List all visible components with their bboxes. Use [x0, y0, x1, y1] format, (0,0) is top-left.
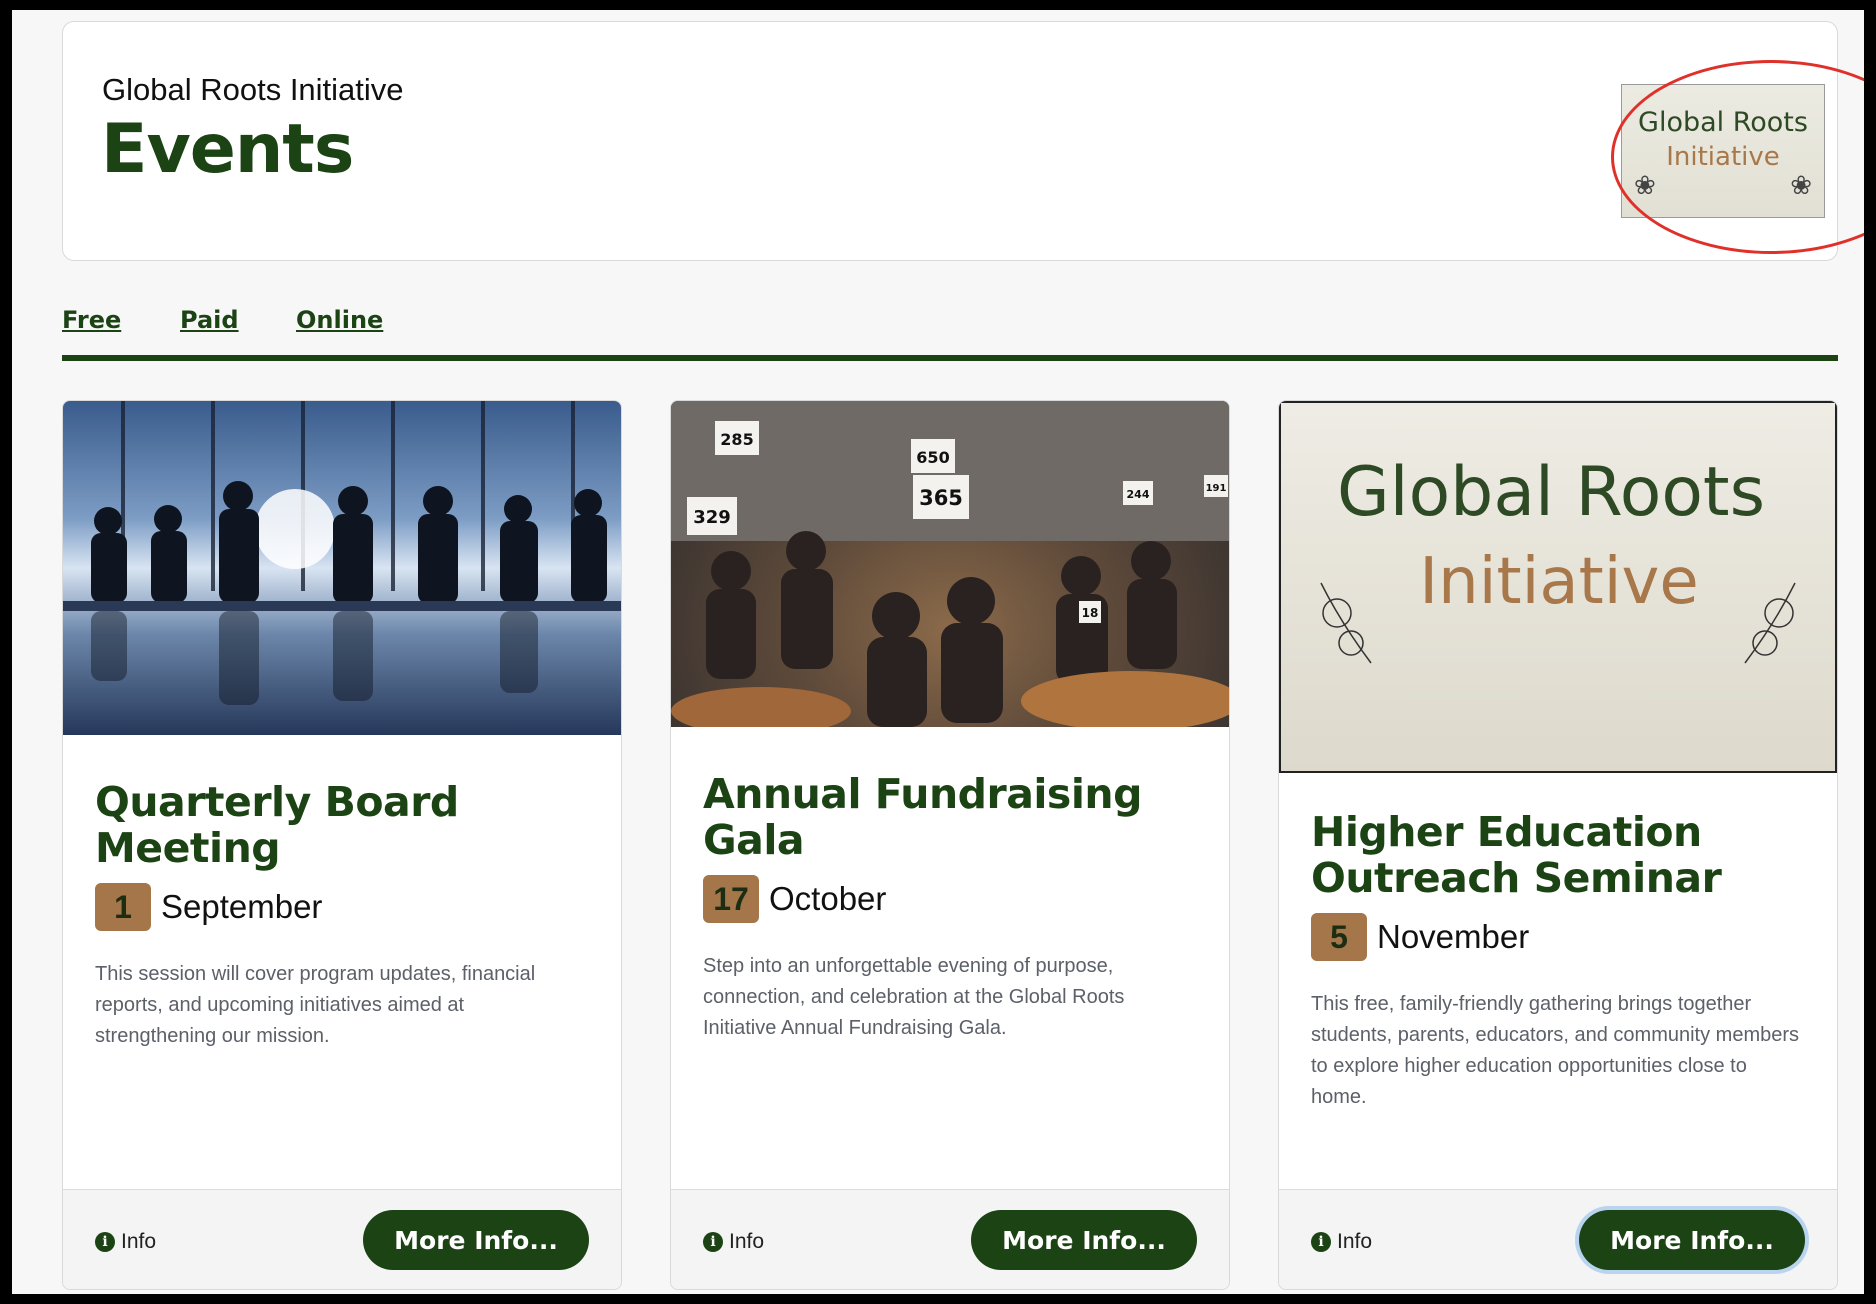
page-title: Events	[101, 110, 354, 189]
event-image-boardroom	[63, 401, 621, 735]
paddle-number: 244	[1127, 488, 1150, 501]
more-info-button[interactable]: More Info...	[971, 1210, 1197, 1270]
card-body: Quarterly Board Meeting 1 September This…	[95, 779, 589, 1052]
more-info-button[interactable]: More Info...	[363, 1210, 589, 1270]
card-footer: i Info More Info...	[63, 1189, 621, 1289]
info-link[interactable]: i Info	[95, 1230, 156, 1254]
tabs-divider	[62, 355, 1838, 361]
event-image-logo: Global Roots Initiative	[1279, 401, 1837, 773]
paddle-number: 191	[1206, 483, 1227, 494]
event-title[interactable]: Higher Education Outreach Seminar	[1311, 809, 1805, 901]
paddle-number: 18	[1082, 606, 1099, 620]
date-day-badge: 1	[95, 883, 151, 931]
event-description: Step into an unforgettable evening of pu…	[703, 955, 1125, 1039]
info-icon: i	[95, 1232, 115, 1252]
info-icon: i	[703, 1232, 723, 1252]
paddle-number: 329	[693, 507, 731, 528]
more-info-button[interactable]: More Info...	[1579, 1210, 1805, 1270]
org-logo-large: Global Roots Initiative	[1320, 453, 1796, 664]
date-day-badge: 17	[703, 875, 759, 923]
paddle-number: 365	[919, 486, 963, 510]
info-label: Info	[729, 1230, 765, 1253]
info-label: Info	[1337, 1230, 1373, 1253]
event-title[interactable]: Annual Fundraising Gala	[703, 771, 1197, 863]
event-card: Global Roots Initiative Higher Education…	[1278, 400, 1838, 1290]
event-image-gala: 285 650 329 365 244 191 18	[671, 401, 1229, 727]
event-description: This session will cover program updates,…	[95, 963, 536, 1047]
info-label: Info	[121, 1230, 157, 1253]
tab-paid[interactable]: Paid	[180, 306, 239, 334]
tab-free[interactable]: Free	[62, 306, 121, 334]
card-footer: i Info More Info...	[671, 1189, 1229, 1289]
org-name: Global Roots Initiative	[102, 72, 404, 107]
card-body: Annual Fundraising Gala 17 October Step …	[703, 771, 1197, 1044]
info-link[interactable]: i Info	[703, 1230, 764, 1254]
gala-crowd: 285 650 329 365 244 191 18	[671, 401, 1229, 727]
info-link[interactable]: i Info	[1311, 1230, 1372, 1254]
card-body: Higher Education Outreach Seminar 5 Nove…	[1311, 809, 1805, 1113]
date-month: September	[161, 888, 323, 925]
card-footer: i Info More Info...	[1279, 1189, 1837, 1289]
event-title[interactable]: Quarterly Board Meeting	[95, 779, 589, 871]
paddle-number: 285	[720, 430, 753, 449]
info-icon: i	[1311, 1232, 1331, 1252]
event-card: Quarterly Board Meeting 1 September This…	[62, 400, 622, 1290]
logo-line-2: Initiative	[1419, 545, 1698, 619]
date-month: October	[769, 880, 887, 917]
page-header: Global Roots Initiative Events Global Ro…	[62, 21, 1864, 261]
logo-line-1: Global Roots	[1337, 453, 1765, 532]
paddle-number: 650	[916, 448, 949, 467]
event-date: 5 November	[1311, 913, 1805, 961]
event-date: 1 September	[95, 883, 589, 931]
event-description: This free, family-friendly gathering bri…	[1311, 993, 1800, 1108]
date-month: November	[1377, 918, 1530, 955]
events-page: Global Roots Initiative Events Global Ro…	[12, 10, 1864, 1294]
tab-online[interactable]: Online	[296, 306, 383, 334]
event-card: 285 650 329 365 244 191 18 Annual Fundra…	[670, 400, 1230, 1290]
date-day-badge: 5	[1311, 913, 1367, 961]
event-date: 17 October	[703, 875, 1197, 923]
boardroom-silhouette	[63, 401, 621, 705]
